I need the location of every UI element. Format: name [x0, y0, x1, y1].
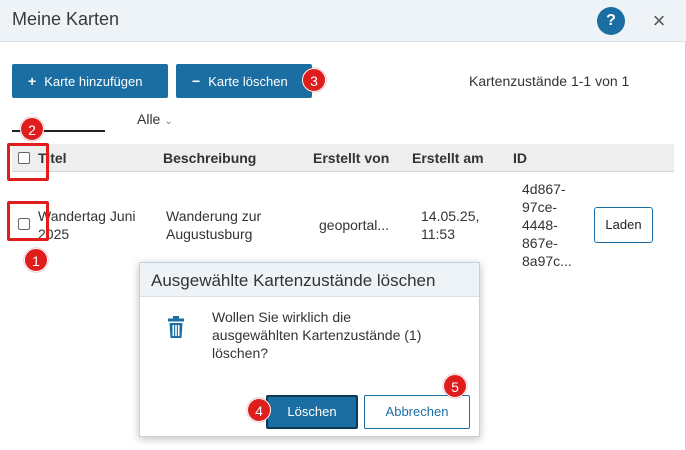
annotation-badge-4: 4 — [247, 398, 271, 422]
load-button[interactable]: Laden — [594, 207, 653, 243]
row-description: Wanderung zur Augustusburg — [166, 208, 262, 242]
row-created-by: geoportal... — [319, 217, 390, 233]
delete-map-label: Karte löschen — [208, 74, 288, 89]
annotation-badge-5: 5 — [443, 374, 467, 398]
row-id: 4d867- 97ce- 4448- 867e- 8a97c... — [522, 181, 572, 269]
column-header-created-at[interactable]: Erstellt am — [412, 150, 484, 166]
column-header-description[interactable]: Beschreibung — [163, 150, 256, 166]
delete-map-button[interactable]: − Karte löschen — [176, 64, 312, 98]
row-title: Wandertag Juni 2025 — [38, 208, 136, 242]
annotation-badge-1: 1 — [24, 248, 48, 272]
filter-dropdown[interactable]: Alle ⌄ — [137, 111, 173, 127]
result-count: Kartenzustände 1-1 von 1 — [469, 73, 630, 89]
help-button[interactable]: ? — [597, 7, 625, 35]
column-header-created-by[interactable]: Erstellt von — [313, 150, 389, 166]
column-header-id[interactable]: ID — [513, 150, 527, 166]
add-map-button[interactable]: + Karte hinzufügen — [12, 64, 168, 98]
confirm-message: Wollen Sie wirklich die ausgewählten Kar… — [212, 309, 422, 361]
add-map-label: Karte hinzufügen — [44, 74, 143, 89]
cancel-button[interactable]: Abbrechen — [364, 395, 470, 429]
dialog-title: Meine Karten — [12, 9, 120, 29]
confirm-dialog-header: Ausgewählte Kartenzustände löschen — [140, 263, 479, 297]
annotation-box-select-all — [7, 143, 49, 181]
close-icon[interactable]: × — [645, 7, 673, 35]
row-created-at: 14.05.25, 11:53 — [421, 208, 480, 242]
annotation-badge-2: 2 — [20, 117, 44, 141]
confirm-delete-button[interactable]: Löschen — [266, 395, 358, 429]
chevron-down-icon: ⌄ — [164, 116, 173, 127]
delete-confirm-dialog: Ausgewählte Kartenzustände löschen Wolle… — [139, 262, 480, 437]
minus-icon: − — [192, 73, 201, 89]
trash-icon — [168, 316, 184, 338]
plus-icon: + — [28, 73, 37, 89]
table-header: Titel Beschreibung Erstellt von Erstellt… — [12, 144, 674, 172]
my-maps-dialog: Meine Karten ? × + Karte hinzufügen − Kart… — [0, 0, 686, 450]
annotation-box-row-checkbox — [7, 201, 49, 241]
filter-value: Alle — [137, 111, 161, 127]
confirm-dialog-title: Ausgewählte Kartenzustände löschen — [151, 271, 436, 290]
dialog-titlebar: Meine Karten ? × — [0, 0, 686, 42]
annotation-badge-3: 3 — [302, 68, 326, 92]
